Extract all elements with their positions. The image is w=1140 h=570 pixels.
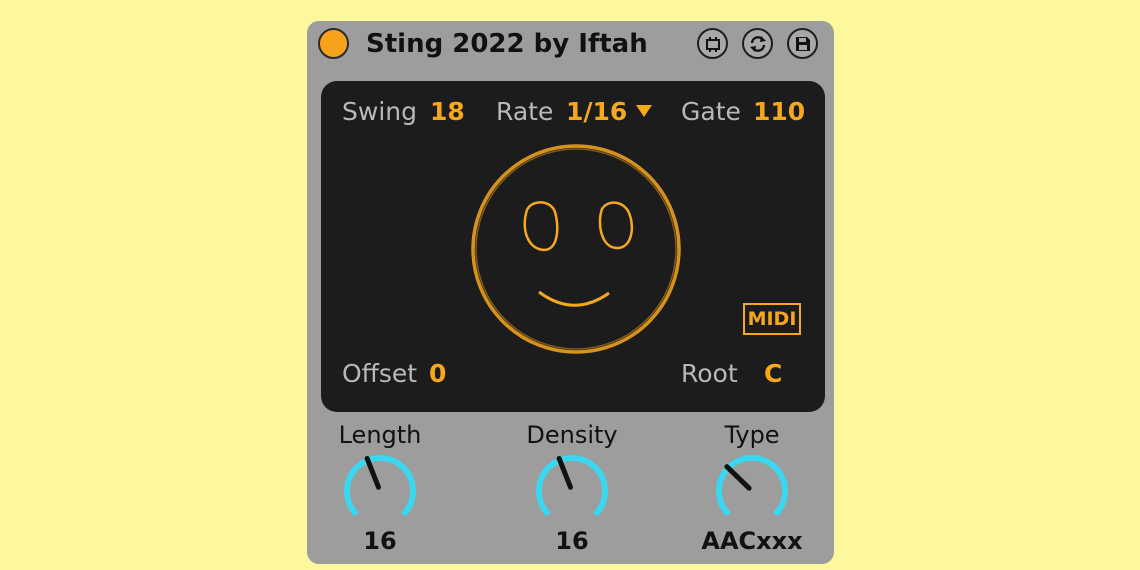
device-title: Sting 2022 by Iftah (366, 29, 648, 59)
swing-value[interactable]: 18 (430, 97, 465, 127)
density-label: Density (526, 421, 618, 449)
root-value[interactable]: C (764, 359, 782, 389)
density-knob[interactable] (530, 452, 614, 528)
save-button[interactable] (787, 28, 818, 59)
length-label: Length (338, 421, 422, 449)
freeze-icon (705, 36, 720, 52)
root-label: Root (681, 359, 738, 388)
device-power-toggle[interactable] (318, 28, 349, 59)
refresh-button[interactable] (742, 28, 773, 59)
freeze-button[interactable] (697, 28, 728, 59)
display-screen: Swing 18 Rate 1/16 Gate 110 MIDI Offset … (321, 81, 825, 412)
triangle-down-icon[interactable] (635, 104, 653, 118)
gate-value[interactable]: 110 (753, 97, 805, 127)
swing-label: Swing (342, 97, 417, 126)
length-value: 16 (363, 527, 397, 555)
rate-value[interactable]: 1/16 (566, 97, 627, 127)
offset-label: Offset (342, 359, 418, 388)
title-bar: Sting 2022 by Iftah (307, 21, 834, 69)
length-knob[interactable] (338, 452, 422, 528)
gate-label: Gate (681, 97, 741, 126)
midi-badge: MIDI (743, 303, 801, 335)
refresh-icon (749, 35, 766, 52)
save-icon (795, 36, 810, 51)
type-value: AACxxx (701, 527, 803, 555)
rate-label: Rate (496, 97, 554, 126)
device-panel: Sting 2022 by Iftah Swing 18 Rate 1/16 G… (307, 21, 834, 564)
density-value: 16 (555, 527, 589, 555)
type-knob[interactable] (710, 452, 794, 528)
offset-value[interactable]: 0 (429, 359, 446, 389)
type-label: Type (724, 421, 780, 449)
smiley-face-icon[interactable] (469, 143, 684, 355)
